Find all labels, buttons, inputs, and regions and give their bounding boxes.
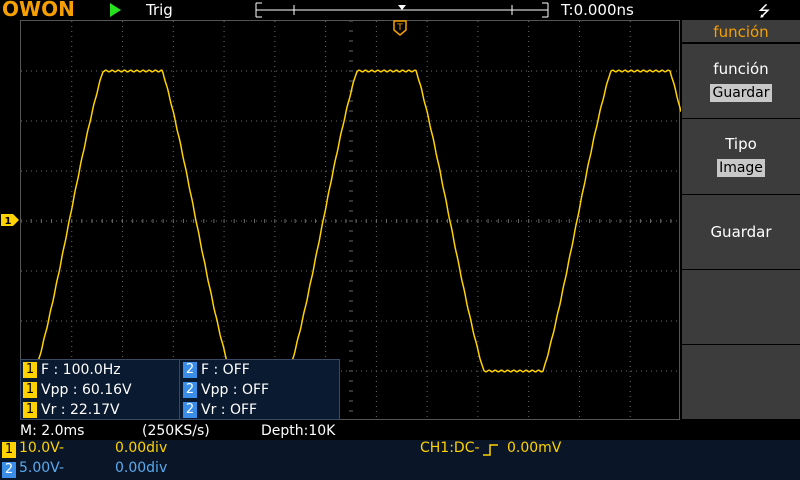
- menu-item-label: Guardar: [710, 223, 772, 241]
- ch2-badge: 2: [2, 462, 16, 478]
- channel-info-panel: 1 10.0V- 0.00div CH1:DC- 0.00mV 2 5.00V-…: [0, 440, 800, 480]
- menu-item-guardar[interactable]: Guardar: [682, 195, 800, 270]
- trigger-position-icon: [398, 5, 406, 10]
- menu-title: función: [682, 20, 800, 44]
- trigger-marker-icon[interactable]: T: [392, 20, 410, 36]
- ch1-badge: 1: [2, 442, 16, 458]
- measurement-panel: 1F : 100.0Hz 2 F : OFF 1 Vpp : 60.16V 2 Vpp : …: [20, 359, 340, 420]
- ch2-badge: 2: [183, 382, 197, 398]
- ch2-badge: 2: [183, 362, 197, 378]
- svg-text:T: T: [396, 23, 403, 33]
- ch2-scale: 5.00V-: [19, 460, 64, 476]
- ch1-scale: 10.0V-: [19, 440, 64, 456]
- ch1-offset: 0.00div: [115, 440, 168, 456]
- measurement-row: 1F : 100.0Hz 2 F : OFF: [21, 360, 341, 380]
- menu-item-funcion[interactable]: función Guardar: [682, 44, 800, 119]
- ch1-badge: 1: [23, 362, 37, 378]
- ch2-badge: 2: [183, 402, 197, 418]
- ch2-info-row[interactable]: 2 5.00V- 0.00div: [0, 460, 800, 480]
- ch2-measurement: 2 Vr : OFF: [181, 400, 257, 420]
- top-status-bar: OWON Trig T:0.000ns ⭍: [0, 0, 800, 21]
- ch2-measurement: 2F : OFF: [181, 360, 250, 380]
- ch1-measurement: 1F : 100.0Hz: [21, 360, 121, 380]
- measurement-row: 1 Vr : 22.17V 2 Vr : OFF: [21, 400, 341, 420]
- menu-item-tipo[interactable]: Tipo Image: [682, 119, 800, 195]
- ch2-measurement-value: Vr : OFF: [201, 402, 258, 418]
- ch1-coupling-symbol: -: [58, 440, 64, 456]
- ch1-level-icon[interactable]: 1: [0, 212, 20, 228]
- menu-item-empty-2[interactable]: [682, 345, 800, 420]
- sample-rate-readout: (250KS/s): [142, 423, 210, 439]
- memory-position-bar[interactable]: [254, 2, 550, 18]
- function-menu: función función Guardar Tipo Image Guard…: [682, 20, 800, 420]
- menu-item-value: Image: [717, 159, 765, 177]
- ch1-scale-value: 10.0V: [19, 440, 59, 456]
- menu-item-empty-1[interactable]: [682, 270, 800, 345]
- ch2-measurement: 2 Vpp : OFF: [181, 380, 269, 400]
- bottom-status-area: M: 2.0ms (250KS/s) Depth:10K 1 10.0V- 0.…: [0, 420, 800, 480]
- timebase-readout: M: 2.0ms: [20, 423, 85, 439]
- ch1-info-row[interactable]: 1 10.0V- 0.00div CH1:DC- 0.00mV: [0, 440, 800, 460]
- ch1-badge: 1: [23, 382, 37, 398]
- measurement-divider: [179, 360, 180, 419]
- ch1-measurement: 1 Vpp : 60.16V: [21, 380, 132, 400]
- ch2-coupling-symbol: -: [58, 460, 64, 476]
- play-triangle-icon: [110, 3, 121, 17]
- ch2-measurement-value: F : OFF: [201, 362, 250, 378]
- rising-edge-icon: [483, 444, 498, 456]
- trigger-level: 0.00mV: [507, 440, 562, 456]
- ch2-offset: 0.00div: [115, 460, 168, 476]
- measurement-row: 1 Vpp : 60.16V 2 Vpp : OFF: [21, 380, 341, 400]
- menu-item-label: Tipo: [725, 135, 757, 153]
- ch1-measurement-value: F : 100.0Hz: [41, 362, 121, 378]
- svg-text:1: 1: [5, 216, 12, 227]
- ch1-measurement-value: Vpp : 60.16V: [41, 382, 132, 398]
- ch1-badge: 1: [23, 402, 37, 418]
- ch1-measurement: 1 Vr : 22.17V: [21, 400, 120, 420]
- ch2-scale-value: 5.00V: [19, 460, 59, 476]
- menu-item-value: Guardar: [710, 84, 772, 102]
- trigger-status-label: Trig: [146, 1, 173, 19]
- trigger-source-info: CH1:DC-: [420, 440, 480, 456]
- time-offset-readout: T:0.000ns: [561, 1, 634, 19]
- brand-logo: OWON: [2, 0, 75, 21]
- menu-item-label: función: [713, 60, 769, 78]
- ch1-measurement-value: Vr : 22.17V: [41, 402, 120, 418]
- ch2-measurement-value: Vpp : OFF: [201, 382, 270, 398]
- memory-depth-readout: Depth:10K: [261, 423, 336, 439]
